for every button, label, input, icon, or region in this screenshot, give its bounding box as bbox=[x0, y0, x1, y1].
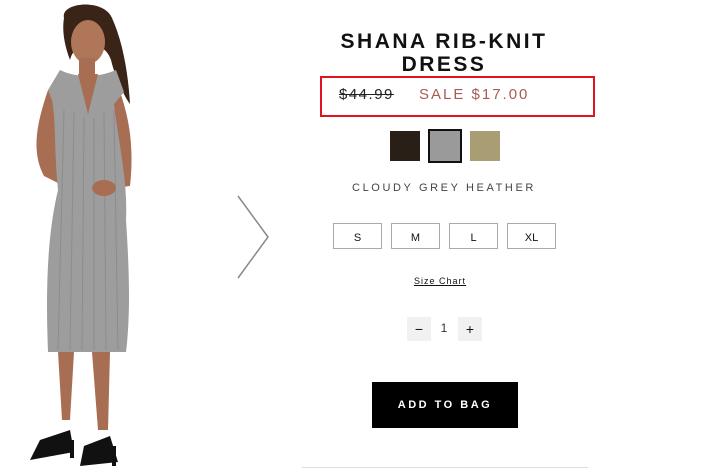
quantity-value: 1 bbox=[440, 321, 448, 335]
size-button-m[interactable]: M bbox=[391, 223, 440, 249]
next-image-chevron-icon[interactable] bbox=[234, 192, 274, 282]
sale-price: SALE $17.00 bbox=[419, 86, 530, 103]
swatch-black[interactable] bbox=[390, 131, 420, 161]
original-price: $44.99 bbox=[339, 86, 394, 103]
size-button-s[interactable]: S bbox=[333, 223, 382, 249]
add-to-bag-button[interactable]: ADD TO BAG bbox=[372, 382, 518, 428]
selected-color-name: CLOUDY GREY HEATHER bbox=[352, 182, 536, 194]
quantity-increase-button[interactable]: + bbox=[458, 317, 482, 341]
product-image bbox=[0, 0, 160, 471]
size-chart-link[interactable]: Size Chart bbox=[414, 276, 466, 286]
product-title: SHANA RIB-KNIT DRESS bbox=[340, 30, 548, 76]
divider bbox=[302, 467, 588, 468]
swatch-cloudy-grey[interactable] bbox=[428, 129, 462, 163]
quantity-decrease-button[interactable]: − bbox=[407, 317, 431, 341]
size-button-l[interactable]: L bbox=[449, 223, 498, 249]
size-button-xl[interactable]: XL bbox=[507, 223, 556, 249]
swatch-khaki[interactable] bbox=[470, 131, 500, 161]
